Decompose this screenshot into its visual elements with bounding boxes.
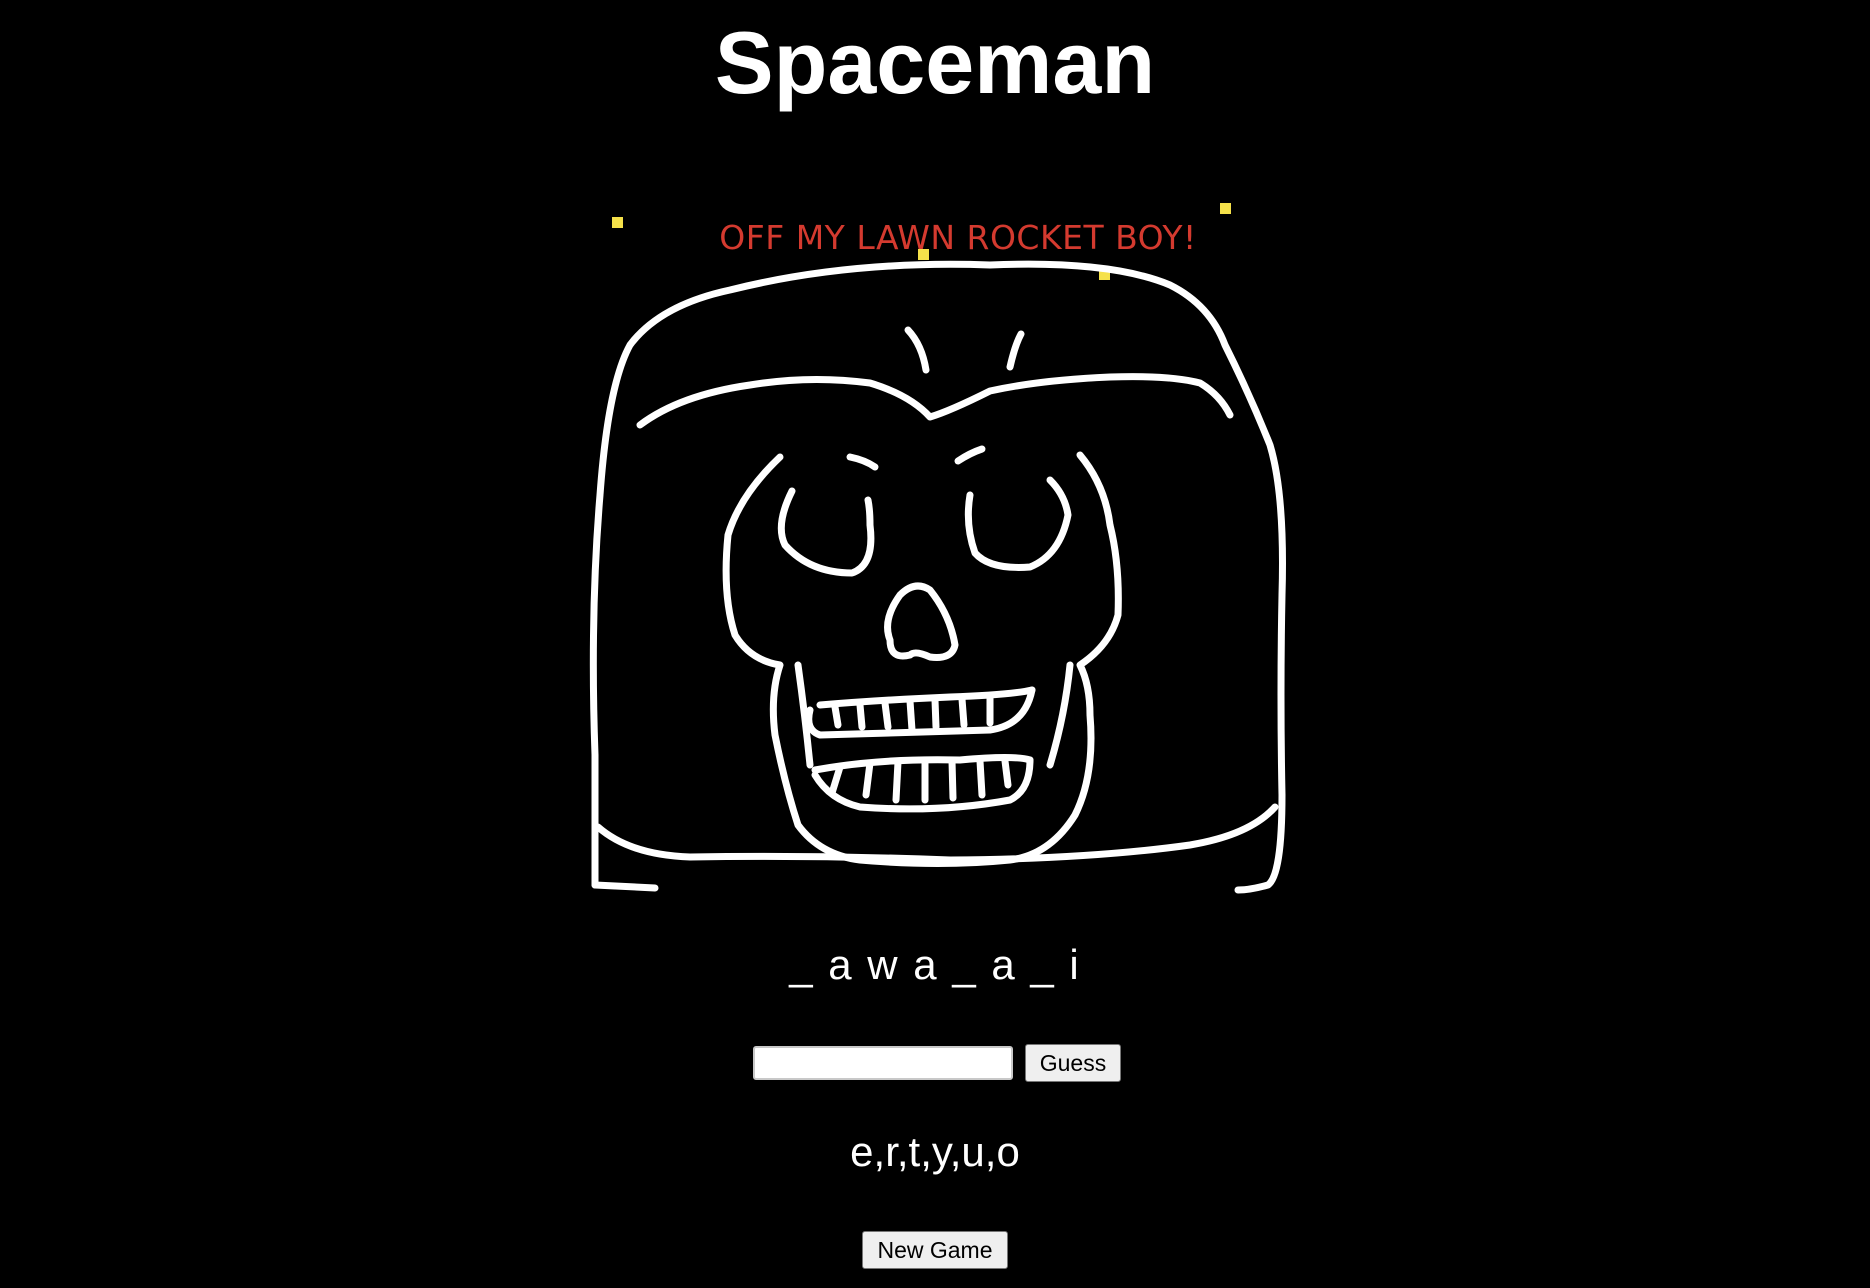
spaceman-illustration: OFF MY LAWN ROCKET BOY!: [589, 203, 1286, 894]
star-icon: [612, 217, 623, 228]
skull-helmet-drawing: [589, 260, 1286, 894]
guess-form: Guess: [0, 1044, 1870, 1082]
word-progress: _ a w a _ a _ i: [789, 941, 1081, 988]
new-game-button[interactable]: New Game: [862, 1231, 1008, 1269]
taunt-message: OFF MY LAWN ROCKET BOY!: [719, 218, 1196, 257]
guess-input[interactable]: [752, 1046, 1013, 1080]
star-icon: [1220, 203, 1231, 214]
page-title: Spaceman: [714, 13, 1156, 112]
new-game-row: New Game: [0, 1231, 1870, 1269]
guess-button[interactable]: Guess: [1024, 1044, 1122, 1082]
guessed-letters: e,r,t,y,u,o: [850, 1128, 1020, 1175]
